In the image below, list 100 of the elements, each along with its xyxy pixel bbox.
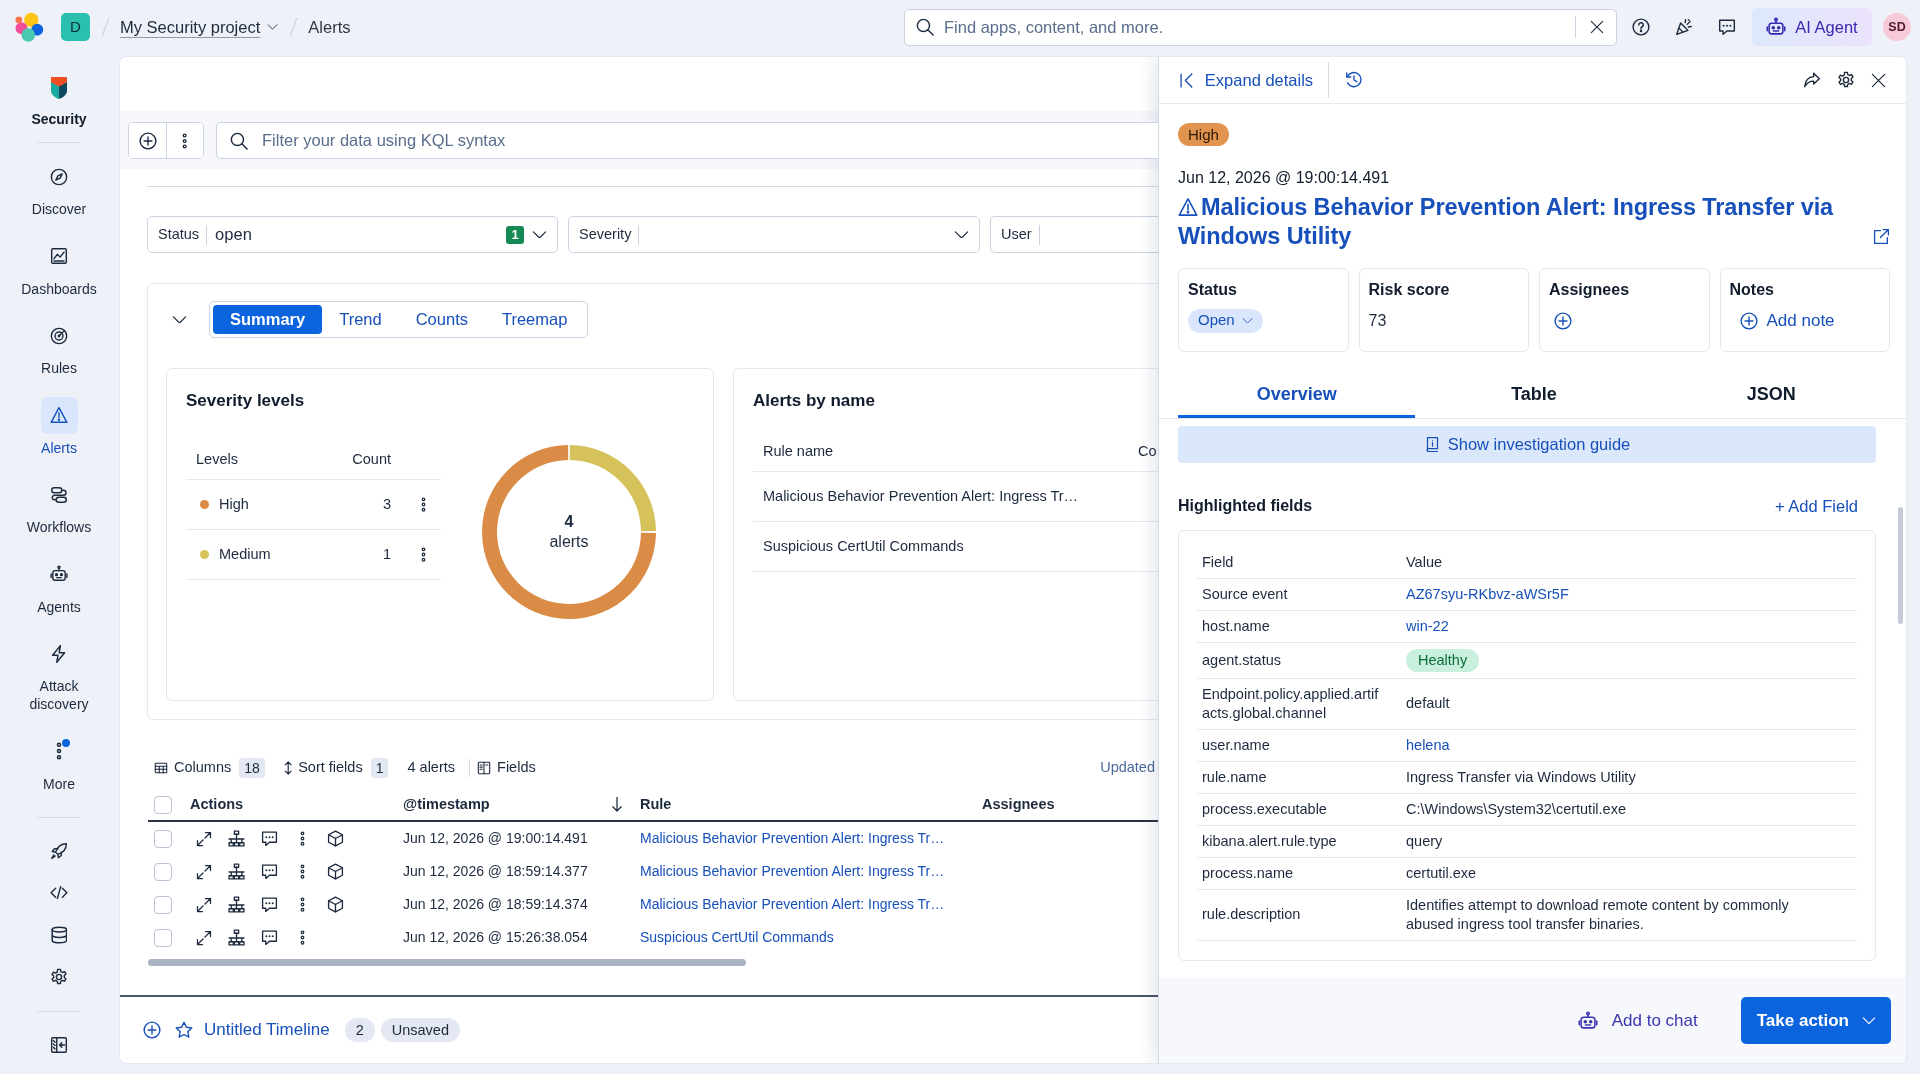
chat-bubble-icon[interactable] [1718,18,1736,36]
field-name: agent.status [1201,650,1282,670]
comment-icon[interactable] [261,896,278,913]
add-to-chat-button[interactable]: Add to chat [1577,1007,1698,1034]
star-icon[interactable] [175,1021,193,1039]
alert-title-link[interactable]: Malicious Behavior Prevention Alert: Ingress Transfer via Windows Utility [1178,192,1863,251]
sidebar-item[interactable]: More [40,732,78,793]
search-field[interactable]: Find apps, content, and more. [904,8,1617,46]
columns-button[interactable]: Columns 18 [154,757,265,779]
comment-icon[interactable] [261,830,278,847]
hierarchy-icon[interactable] [228,896,245,913]
investigation-guide-button[interactable]: Show investigation guide [1178,425,1876,463]
sidebar-item[interactable]: Agents [37,555,81,616]
sidebar-item[interactable]: Workflows [26,476,92,536]
cube-icon[interactable] [327,830,344,847]
sidebar-collapse-icon[interactable] [50,1035,68,1054]
arrow-down-icon[interactable] [612,797,622,812]
query-menu-button[interactable] [166,123,203,158]
close-icon[interactable] [1871,72,1886,88]
value-link[interactable]: win-22 [1406,617,1449,634]
history-icon[interactable] [1345,71,1364,89]
sort-fields-button[interactable]: Sort fields 1 [283,757,389,779]
chevron-down-icon[interactable] [171,315,187,324]
plus-circle-icon[interactable] [1554,311,1572,330]
rule-link[interactable]: Suspicious CertUtil Commands [640,929,834,945]
view-tab[interactable]: Treemap [485,305,585,334]
fields-button[interactable]: Fields [477,757,536,779]
updated-label: Updated [1100,758,1155,778]
rule-link[interactable]: Malicious Behavior Prevention Alert: Ingress Tr… [640,863,945,879]
cube-icon[interactable] [327,896,344,913]
query-field[interactable]: Filter your data using KQL syntax [216,122,1158,159]
vertical-dots-icon[interactable] [300,864,305,879]
sidebar-app-link[interactable]: Security [31,77,87,128]
expand-arrows-icon[interactable] [195,830,212,847]
sidebar-item[interactable]: Dashboards [21,237,97,298]
field-value: query [1405,831,1444,851]
filter-dropdown[interactable]: Status open 1 [147,216,558,253]
rule-link[interactable]: Malicious Behavior Prevention Alert: Ingress Tr… [640,896,945,912]
party-popper-icon[interactable] [1675,18,1693,36]
hierarchy-icon[interactable] [228,830,245,847]
view-tab[interactable]: Summary [213,305,323,334]
settings-icon[interactable] [50,967,68,986]
cluster-logo-icon[interactable] [14,12,44,42]
vertical-dots-icon[interactable] [421,497,426,512]
rule-link[interactable]: Malicious Behavior Prevention Alert: Ingress Tr… [640,830,945,846]
table-cell-text: Jun 12, 2026 @ 19:00:14.491 [403,829,589,848]
card-label: Assignees [1549,279,1631,300]
value-link[interactable]: helena [1406,736,1450,753]
rocket-icon[interactable] [50,841,68,860]
settings-icon[interactable] [1837,71,1855,89]
comment-icon[interactable] [261,929,278,946]
code-icon[interactable] [50,885,68,900]
robot-icon [1577,1010,1598,1031]
external-link-icon[interactable] [1873,227,1890,245]
vertical-scrollbar[interactable] [1898,506,1903,624]
expand-details-link[interactable]: Expand details [1180,67,1314,93]
sidebar-item[interactable]: Discover [31,158,87,218]
flyout-tab[interactable]: Overview [1178,373,1416,418]
database-icon[interactable] [50,925,68,944]
view-tab[interactable]: Trend [322,305,399,334]
column-header[interactable]: @timestamp [403,793,490,816]
vertical-dots-icon[interactable] [300,930,305,945]
hierarchy-icon[interactable] [228,929,245,946]
space-avatar[interactable]: D [61,13,90,41]
add-note-button[interactable]: Add note [1739,307,1835,334]
filter-dropdown[interactable]: Severity [568,216,980,253]
vertical-dots-icon[interactable] [421,547,426,562]
checkbox[interactable] [154,862,172,881]
timeline-title-link[interactable]: Untitled Timeline [204,1017,330,1043]
hierarchy-icon[interactable] [228,863,245,880]
close-icon[interactable] [1590,20,1604,34]
share-icon[interactable] [1803,71,1821,89]
horizontal-scrollbar[interactable] [148,959,746,966]
add-filter-button[interactable] [129,123,166,158]
help-icon[interactable] [1632,18,1650,36]
cube-icon[interactable] [327,863,344,880]
flyout-tab[interactable]: JSON [1652,373,1890,418]
sidebar-item[interactable]: Attack discovery [17,635,101,713]
vertical-dots-icon[interactable] [300,897,305,912]
ai-agent-button[interactable]: AI Agent [1752,8,1872,46]
checkbox[interactable] [154,795,172,814]
checkbox[interactable] [154,895,172,914]
sidebar-item[interactable]: Rules [40,317,78,377]
value-link[interactable]: AZ67syu-RKbvz-aWSr5F [1406,585,1569,602]
view-tab[interactable]: Counts [398,305,485,334]
take-action-button[interactable]: Take action [1740,997,1891,1044]
expand-arrows-icon[interactable] [195,863,212,880]
flyout-tab[interactable]: Table [1415,373,1653,418]
expand-arrows-icon[interactable] [195,896,212,913]
expand-arrows-icon[interactable] [195,929,212,946]
breadcrumb-link[interactable]: My Security project [120,14,279,40]
comment-icon[interactable] [261,863,278,880]
add-field-link[interactable]: + Add Field [1775,495,1858,516]
filter-dropdown[interactable]: User [990,216,1158,253]
status-dropdown[interactable]: Open [1188,308,1263,333]
checkbox[interactable] [154,928,172,947]
user-avatar[interactable]: SD [1883,13,1911,41]
vertical-dots-icon[interactable] [300,831,305,846]
plus-circle-icon[interactable] [143,1021,161,1039]
checkbox[interactable] [154,829,172,848]
